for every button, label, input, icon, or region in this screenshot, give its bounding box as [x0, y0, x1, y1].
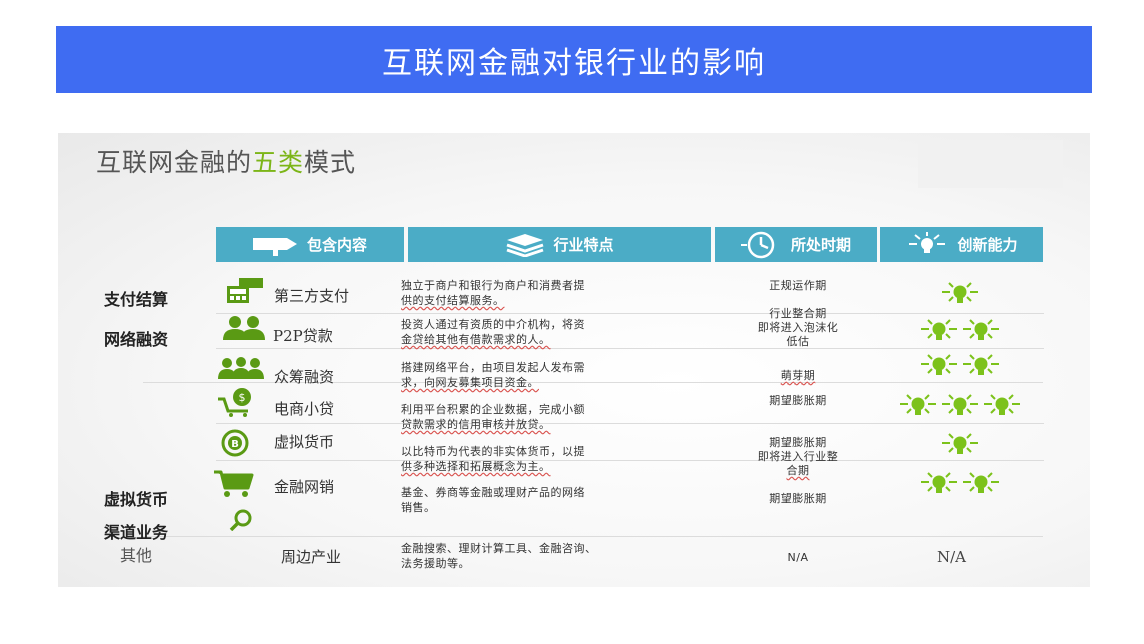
row-divider	[143, 536, 1043, 537]
item-financial-online-sales: 金融网销	[274, 478, 335, 496]
item-crowdfunding: 众筹融资	[274, 368, 335, 386]
cart-coin-icon: $	[218, 388, 251, 417]
header-features: 行业特点	[408, 227, 711, 262]
period-text: 合期	[786, 464, 810, 477]
feature-text: 供的支付结算服务。	[401, 294, 505, 307]
clock-icon	[740, 231, 775, 258]
row-divider	[216, 348, 1044, 349]
signpost-icon	[252, 237, 297, 256]
feature-p2p-loan: 投资人通过有资质的中介机构，将资 金贷给其他有借款需求的人。	[401, 317, 651, 347]
row-divider	[216, 313, 1044, 314]
feature-text: 法务援助等。	[401, 557, 470, 570]
people-icon	[223, 316, 265, 340]
lightbulb-icon	[921, 319, 957, 340]
lightbulb-icon	[942, 433, 978, 454]
period-text: 行业整合期	[769, 307, 827, 320]
feature-financial-online-sales: 基金、券商等金融或理财产品的网络 销售。	[401, 485, 651, 515]
period-third-party-payment: 正规运作期	[769, 279, 827, 292]
page-banner: 互联网金融对银行业的影响	[56, 26, 1092, 93]
item-virtual-currency: 虚拟货币	[274, 433, 335, 451]
svg-text:B: B	[231, 439, 239, 450]
header-period: 所处时期	[715, 227, 877, 262]
feature-text: 供多种选择和拓展概念为主。	[401, 460, 551, 473]
period-ecommerce-microloan: 期望膨胀期	[769, 394, 827, 407]
feature-peripheral-industry: 金融搜索、理财计算工具、金融咨询、 法务援助等。	[401, 541, 651, 571]
header-innovation: 创新能力	[880, 227, 1043, 262]
lightbulb-icon	[921, 354, 957, 375]
period-text: 期望膨胀期	[769, 436, 827, 449]
svg-text:$: $	[239, 391, 246, 404]
lightbulb-icon	[984, 394, 1020, 415]
lightbulb-icon	[963, 472, 999, 493]
header-content: 包含内容	[216, 227, 404, 262]
item-ecommerce-microloan: 电商小贷	[274, 400, 335, 418]
lightbulb-icon	[942, 282, 978, 303]
feature-text: 投资人通过有资质的中介机构，将资	[401, 318, 585, 331]
category-payment: 支付结算	[104, 290, 169, 309]
period-financial-online-sales: 期望膨胀期	[769, 492, 827, 505]
feature-virtual-currency: 以比特币为代表的非实体货币，以提 供多种选择和拓展概念为主。	[401, 444, 651, 474]
lightbulb-icon	[963, 319, 999, 340]
magnifier-icon	[229, 509, 252, 531]
feature-text: 金融搜索、理财计算工具、金融咨询、	[401, 542, 597, 555]
category-virtual-currency: 虚拟货币	[104, 490, 169, 509]
slide-title-prefix: 互联网金融的	[96, 148, 253, 177]
innovation-level-row	[940, 280, 980, 306]
feature-text: 销售。	[401, 501, 436, 514]
slide-panel: 互联网金融的五类模式 包含内容 行业特点 所处时期 创新能力 支付结算 网络融资…	[58, 133, 1090, 587]
feature-text: 搭建网络平台，由项目发起人发布需	[401, 361, 585, 374]
period-virtual-currency: 期望膨胀期 即将进入行业整 合期	[718, 436, 878, 478]
corner-placeholder	[918, 140, 1063, 188]
feature-text: 利用平台积累的企业数据，完成小额	[401, 403, 585, 416]
lightbulb-icon	[909, 231, 946, 253]
period-text: 萌芽期	[780, 369, 816, 382]
pos-terminal-icon	[227, 278, 263, 303]
feature-text: 金贷给其他有借款需求的人。	[401, 333, 551, 346]
category-other: 其他	[120, 546, 153, 565]
lightbulb-icon	[921, 472, 957, 493]
lightbulb-icon	[942, 394, 978, 415]
crowd-icon	[218, 357, 264, 379]
innovation-level-row	[919, 352, 1001, 378]
item-p2p-loan: P2P贷款	[273, 327, 333, 345]
feature-text: 贷款需求的信用审核并放贷。	[401, 418, 551, 431]
slide-title-suffix: 模式	[304, 148, 357, 177]
feature-third-party-payment: 独立于商户和银行为商户和消费者提 供的支付结算服务。	[401, 278, 651, 308]
lightbulb-icon	[963, 354, 999, 375]
shopping-cart-icon	[214, 470, 254, 497]
feature-text: 基金、券商等金融或理财产品的网络	[401, 486, 585, 499]
banner-title: 互联网金融对银行业的影响	[382, 45, 766, 81]
feature-ecommerce-microloan: 利用平台积累的企业数据，完成小额 贷款需求的信用审核并放贷。	[401, 402, 651, 432]
header-features-label: 行业特点	[553, 236, 614, 254]
innovation-level-row	[940, 431, 980, 457]
feature-text: 独立于商户和银行为商户和消费者提	[401, 279, 585, 292]
slide-title-accent: 五类	[252, 148, 305, 177]
feature-text: 以比特币为代表的非实体货币，以提	[401, 445, 585, 458]
period-text: 低估	[786, 335, 810, 348]
lightbulb-icon	[900, 394, 936, 415]
innovation-level-row	[898, 392, 1022, 418]
layers-icon	[507, 233, 544, 257]
feature-crowdfunding: 搭建网络平台，由项目发起人发布需 求，向网友募集项目资金。	[401, 360, 651, 390]
slide-title: 互联网金融的五类模式	[96, 143, 356, 179]
header-period-label: 所处时期	[790, 236, 851, 254]
period-peripheral-industry: N/A	[787, 551, 809, 564]
feature-text: 求，向网友募集项目资金。	[401, 376, 539, 389]
period-text: 即将进入行业整	[757, 450, 839, 463]
innovation-other: N/A	[937, 548, 967, 566]
bitcoin-icon: B	[221, 429, 249, 457]
innovation-level-row	[919, 470, 1001, 496]
item-peripheral-industry: 周边产业	[281, 548, 342, 566]
item-third-party-payment: 第三方支付	[274, 287, 350, 305]
header-innovation-label: 创新能力	[957, 236, 1018, 254]
period-p2p-loan: 行业整合期 即将进入泡沫化 低估	[718, 307, 878, 349]
period-crowdfunding: 萌芽期	[718, 369, 878, 383]
header-content-label: 包含内容	[306, 236, 367, 254]
category-channel: 渠道业务	[104, 523, 169, 542]
innovation-level-row	[919, 317, 1001, 343]
category-financing: 网络融资	[104, 330, 169, 349]
period-text: 即将进入泡沫化	[757, 321, 839, 334]
